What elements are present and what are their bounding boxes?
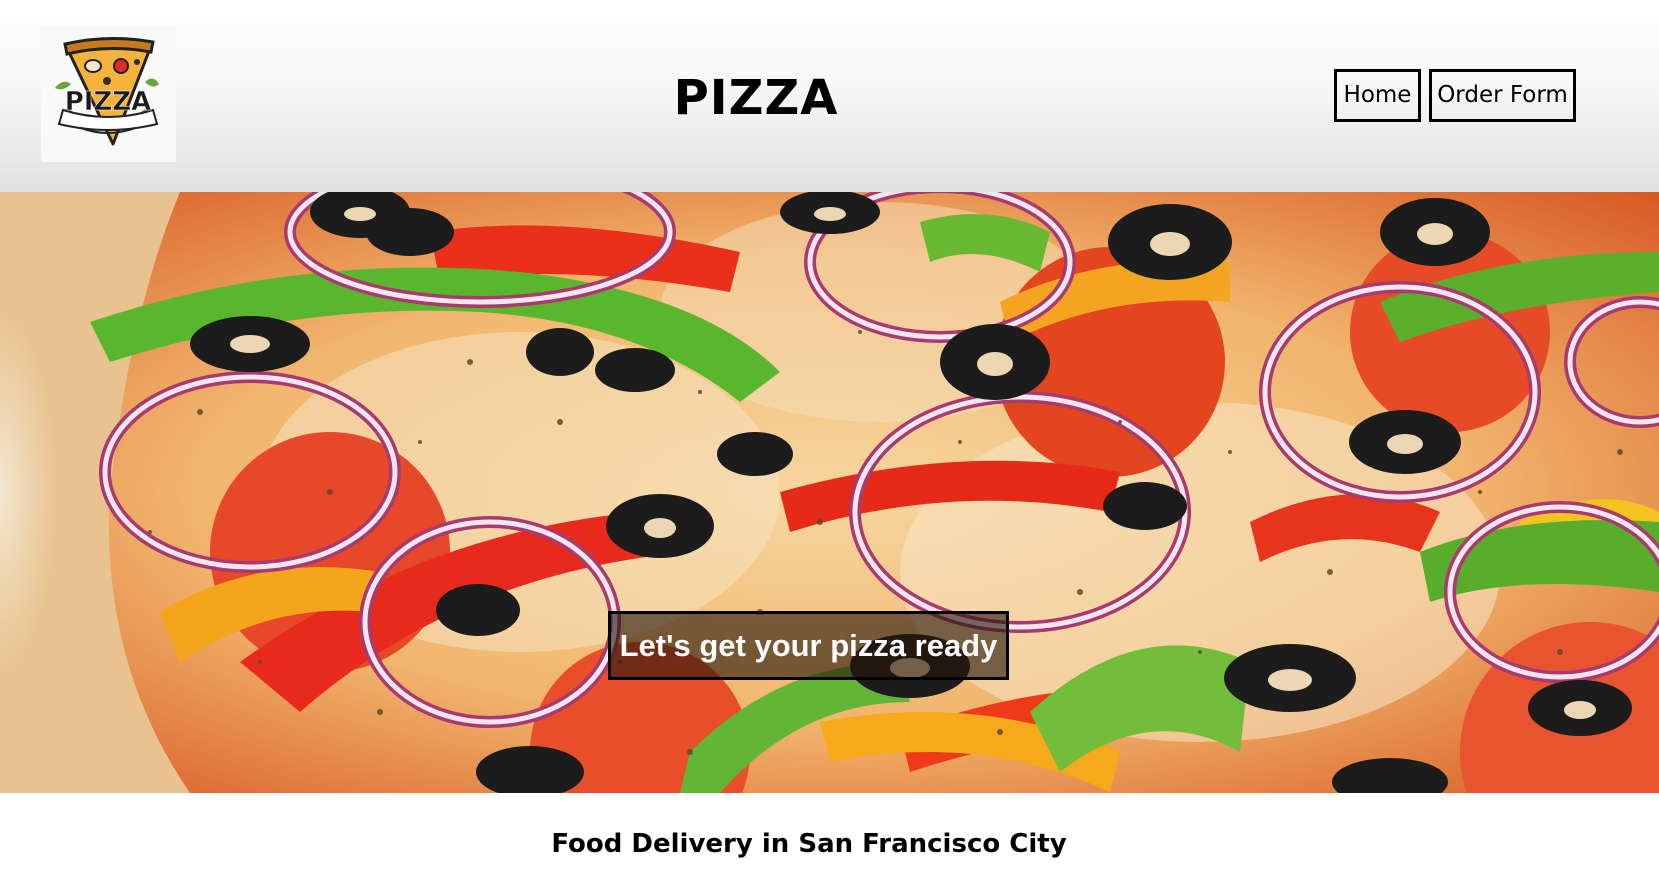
pizza-photo-icon: [0, 192, 1659, 793]
page-title: PIZZA: [673, 70, 839, 126]
section-subheading: Food Delivery in San Francisco City: [551, 829, 1067, 859]
nav-home-button[interactable]: Home: [1334, 69, 1421, 122]
hero-caption: Let's get your pizza ready: [608, 611, 1009, 680]
hero-banner: Let's get your pizza ready: [0, 192, 1659, 793]
nav-order-form-button[interactable]: Order Form: [1429, 69, 1576, 122]
site-header: PIZZA PIZZA Home Order Form: [0, 0, 1659, 192]
